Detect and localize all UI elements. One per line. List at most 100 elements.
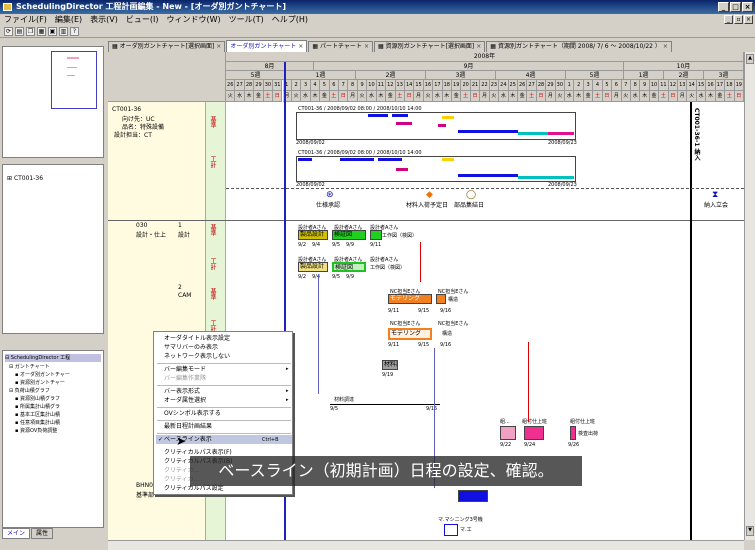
bar[interactable] (396, 168, 408, 171)
close-icon[interactable]: × (364, 42, 369, 52)
bar[interactable] (548, 132, 574, 135)
bar[interactable] (518, 176, 574, 179)
milestone-icon[interactable]: ⧗ (712, 190, 718, 200)
menu-tools[interactable]: ツール(T) (229, 14, 264, 26)
menu-item-baseline[interactable]: ベースライン表示 (164, 435, 212, 444)
menu-window[interactable]: ウィンドウ(W) (166, 14, 220, 26)
bar[interactable] (518, 132, 548, 135)
nav-root[interactable]: ⊟ SchedulingDirector 工程 (5, 354, 101, 362)
menu-item-latest-schedule[interactable]: 最新日程計画結果 (164, 422, 212, 431)
tab-part-chart[interactable]: ▦ パートチャート × (308, 41, 373, 52)
bar[interactable] (340, 158, 374, 161)
refresh-icon[interactable]: ⟳ (4, 27, 13, 36)
print-icon[interactable]: ▤ (15, 27, 24, 36)
menu-item-bar-edit-mode[interactable]: バー編集モード (164, 365, 206, 374)
nav-item[interactable]: ▪ 基本工区集計山積 (15, 411, 60, 418)
bar[interactable] (442, 158, 454, 161)
bar[interactable] (458, 130, 518, 133)
menu-item-order-title[interactable]: オーダタイトル表示設定 (164, 334, 230, 343)
help-icon[interactable]: ? (70, 27, 79, 36)
nav-item[interactable]: ▪ 資源OV負荷調整 (15, 427, 57, 434)
milestone-icon[interactable]: ◯ (466, 190, 476, 200)
task-bar[interactable]: 製品設計 (298, 230, 328, 240)
menu-item-bar-format[interactable]: バー表示形式 (164, 387, 200, 396)
menu-display[interactable]: 表示(V) (90, 14, 118, 26)
menu-item-ov-symbol[interactable]: OVシンボル表示する (164, 409, 221, 418)
task-bar[interactable] (524, 426, 544, 440)
milestone-icon[interactable]: ⊛ (326, 190, 334, 200)
task-bar[interactable]: モデリング (388, 328, 432, 340)
tab-order-gantt-select[interactable]: ▦ オーダ別ガントチャート[選択画面] × (108, 41, 226, 52)
menu-edit[interactable]: 編集(E) (55, 14, 82, 26)
tab-resource-gantt-select[interactable]: ▦ 資源別ガントチャート[選択画面] × (373, 41, 486, 52)
baseline-summary-box[interactable] (296, 112, 576, 140)
mdi-restore-button[interactable]: ▫ (734, 15, 743, 24)
task-bar[interactable]: 製品設計 (298, 262, 328, 272)
menu-separator (157, 363, 291, 364)
close-button[interactable]: × (742, 2, 753, 12)
weekday-cell: 土 (329, 91, 339, 102)
task-bar[interactable] (570, 426, 576, 440)
tab-resource-gantt[interactable]: ▦ 資源別ガントチャート（期間 2008/ 7/ 6 ～ 2008/10/22 ）… (486, 41, 672, 52)
bar[interactable] (458, 174, 518, 177)
overview-panel[interactable] (2, 46, 104, 158)
scroll-up-icon[interactable]: ▲ (746, 54, 754, 64)
bar[interactable] (378, 158, 402, 161)
bar[interactable] (368, 114, 388, 117)
task-bar[interactable] (500, 426, 516, 440)
nav-item[interactable]: ▪ 資源別山積グラフ (15, 395, 60, 402)
save-icon[interactable]: ▣ (48, 27, 57, 36)
horizontal-scrollbar[interactable] (108, 540, 744, 550)
task-bar[interactable]: モデリング (388, 294, 432, 304)
tree-item[interactable]: ⊞ CT001-36 (7, 175, 43, 182)
menu-help[interactable]: ヘルプ(H) (272, 14, 308, 26)
bar[interactable] (442, 116, 454, 119)
menu-item-no-network[interactable]: ネットワーク表示しない (164, 352, 230, 361)
task-bar[interactable]: 材料調達 (382, 360, 398, 370)
week-header: 1週 (286, 71, 356, 80)
menu-item-order-attr[interactable]: オーダ属性選択 (164, 396, 206, 405)
tab-main[interactable]: メイン (2, 528, 31, 539)
nav-item[interactable]: ▪ オーダ別ガントチャー (15, 371, 70, 378)
tab-attributes[interactable]: 属性 (31, 528, 54, 539)
close-icon[interactable]: × (216, 42, 221, 52)
minimize-button[interactable]: _ (718, 2, 729, 12)
menu-file[interactable]: ファイル(F) (4, 14, 47, 26)
nav-item[interactable]: ▪ 資源別ガントチャー (15, 379, 65, 386)
menu-item-summary-only[interactable]: サマリバーのみ表示 (164, 343, 218, 352)
vertical-scrollbar[interactable]: ▲ ▼ (744, 52, 755, 540)
copy-icon[interactable]: ❐ (26, 27, 35, 36)
task-bar[interactable] (444, 524, 458, 536)
mdi-close-button[interactable]: × (744, 15, 753, 24)
menu-view[interactable]: ビュー(I) (126, 14, 159, 26)
paste-icon[interactable]: ▦ (37, 27, 46, 36)
nav-item[interactable]: ⊟ ガントチャート (9, 363, 50, 370)
day-cell: 12 (668, 80, 679, 91)
bar[interactable] (438, 124, 446, 127)
nav-item[interactable]: ⊟ 負荷山積グラフ (9, 387, 50, 394)
tab-order-gantt[interactable]: オーダ別ガントチャート × (226, 40, 308, 52)
close-icon[interactable]: × (298, 42, 303, 52)
maximize-button[interactable]: □ (730, 2, 741, 12)
day-cell: 20 (461, 80, 471, 91)
milestone-icon[interactable]: ◆ (426, 190, 433, 200)
day-cell: 29 (254, 80, 264, 91)
nav-item[interactable]: ▪ 所属集計山積グラ (15, 403, 60, 410)
close-icon[interactable]: × (476, 42, 481, 52)
export-icon[interactable]: ▥ (59, 27, 68, 36)
task-bar[interactable]: 検証図 (332, 262, 366, 272)
scroll-down-icon[interactable]: ▼ (746, 526, 754, 536)
task-label: 材料調達 (334, 397, 355, 403)
task-bar[interactable] (458, 490, 488, 502)
nav-item[interactable]: ▪ 任意項目集計山積 (15, 419, 60, 426)
task-bar[interactable] (370, 230, 382, 240)
task-bar[interactable] (436, 294, 446, 304)
bar[interactable] (392, 114, 408, 117)
bar[interactable] (298, 158, 312, 161)
close-icon[interactable]: × (663, 42, 668, 52)
overview-viewport[interactable] (51, 51, 97, 109)
bar[interactable] (396, 122, 412, 125)
mdi-minimize-button[interactable]: _ (724, 15, 733, 24)
task-bar[interactable]: 検証図 (332, 230, 366, 240)
task-date: 9/22 (500, 442, 512, 448)
